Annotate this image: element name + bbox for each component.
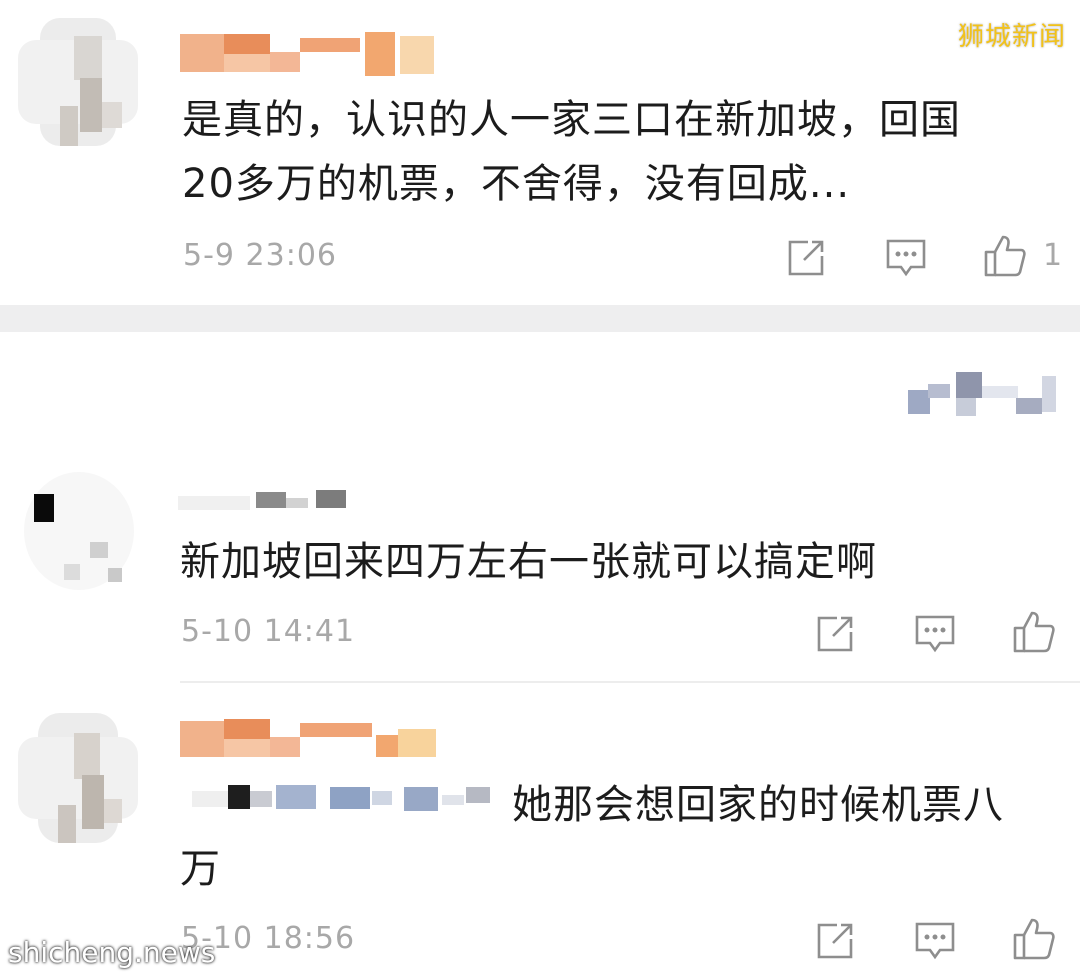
- username[interactable]: [180, 30, 440, 76]
- comment-2: 新加坡回来四万左右一张就可以搞定啊 5-10 14:41: [0, 332, 1080, 681]
- comment-text-line: 新加坡回来四万左右一张就可以搞定啊: [180, 539, 877, 585]
- timestamp: 5-9 23:06: [183, 238, 337, 273]
- comment-text-line: 万: [180, 846, 221, 892]
- share-icon[interactable]: [815, 614, 855, 654]
- watermark-site: shicheng.news: [8, 936, 216, 969]
- timestamp: 5-10 14:41: [181, 614, 356, 649]
- comment-text: 是真的，认识的人一家三口在新加坡，回国 20多万的机票，不舍得，没有回成...: [182, 88, 961, 216]
- username[interactable]: [180, 715, 440, 761]
- avatar[interactable]: [18, 713, 138, 843]
- comment-1: 是真的，认识的人一家三口在新加坡，回国 20多万的机票，不舍得，没有回成... …: [0, 0, 1080, 305]
- like-icon[interactable]: [1012, 917, 1056, 961]
- share-icon[interactable]: [815, 921, 855, 961]
- reply-icon[interactable]: [914, 614, 956, 654]
- reply-icon[interactable]: [914, 921, 956, 961]
- comment-text-line: 是真的，认识的人一家三口在新加坡，回国: [182, 97, 961, 143]
- share-icon[interactable]: [786, 238, 826, 278]
- like-icon[interactable]: [983, 234, 1027, 278]
- reply-icon[interactable]: [885, 238, 927, 278]
- comment-text-line: 她那会想回家的时候机票八: [512, 782, 1004, 828]
- comment-text: 新加坡回来四万左右一张就可以搞定啊: [180, 530, 877, 594]
- avatar[interactable]: [18, 18, 138, 146]
- comment-text-line: 20多万的机票，不舍得，没有回成...: [182, 161, 851, 207]
- username[interactable]: [178, 488, 358, 512]
- section-separator: [0, 305, 1080, 332]
- like-icon[interactable]: [1012, 610, 1056, 654]
- avatar[interactable]: [24, 472, 134, 590]
- comment-text: 她那会想回家的时候机票八 万: [180, 773, 1060, 901]
- comment-3: 她那会想回家的时候机票八 万 5-10 18:56: [0, 683, 1080, 973]
- like-count: 1: [1043, 238, 1063, 273]
